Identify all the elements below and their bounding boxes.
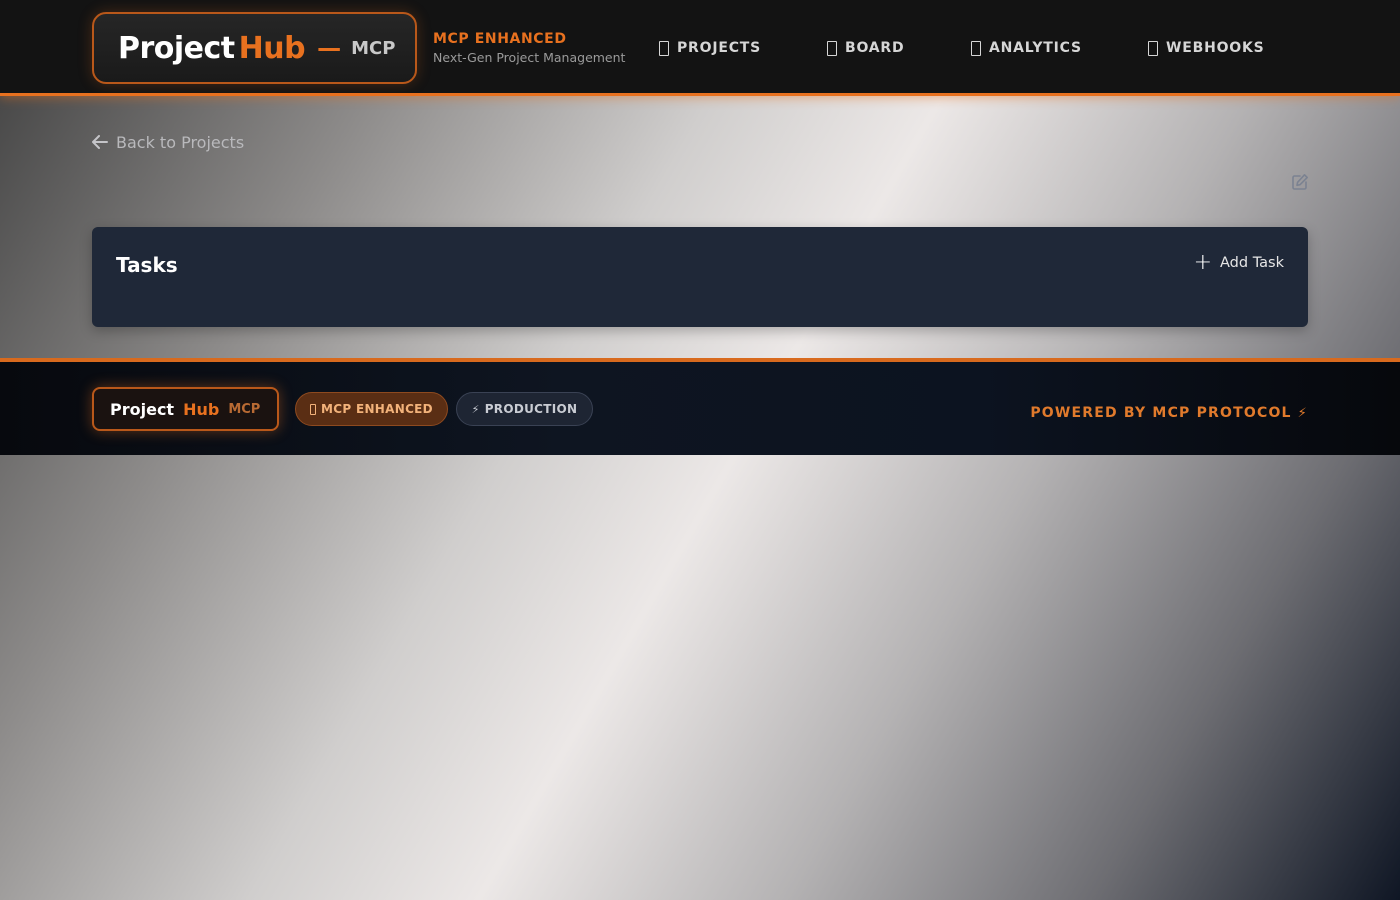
powered-by-text: POWERED BY MCP PROTOCOL ⚡	[1030, 405, 1308, 421]
footer: Project Hub MCP MCP ENHANCED ⚡ PRODUCTIO…	[0, 358, 1400, 455]
webhooks-icon	[1148, 40, 1158, 56]
add-task-label: Add Task	[1220, 255, 1284, 271]
logo-hub-text: Hub	[238, 30, 306, 66]
nav-webhooks-label: WEBHOOKS	[1166, 40, 1265, 56]
mcp-enhanced-badge: MCP ENHANCED	[295, 392, 448, 426]
powered-by-label: POWERED BY MCP PROTOCOL	[1030, 405, 1292, 421]
app-tagline: MCP ENHANCED Next-Gen Project Management	[433, 31, 625, 65]
tagline-title: MCP ENHANCED	[433, 31, 567, 47]
back-to-projects-link[interactable]: Back to Projects	[92, 131, 244, 153]
bolt-icon: ⚡	[471, 402, 480, 416]
analytics-icon	[971, 40, 981, 56]
projects-icon	[659, 40, 669, 56]
footer-logo[interactable]: Project Hub MCP	[92, 387, 279, 431]
footer-logo-mcp: MCP	[228, 401, 261, 417]
mcp-enhanced-badge-label: MCP ENHANCED	[321, 402, 433, 416]
nav-board-label: BOARD	[845, 40, 905, 56]
tasks-panel: Tasks + Add Task	[92, 227, 1308, 327]
tagline-subtitle: Next-Gen Project Management	[433, 50, 626, 65]
top-navbar: Project Hub — MCP MCP ENHANCED Next-Gen …	[0, 0, 1400, 96]
nav-projects-label: PROJECTS	[677, 40, 762, 56]
logo-dash: —	[317, 34, 342, 62]
arrow-left-icon	[92, 135, 108, 149]
nav-analytics[interactable]: ANALYTICS	[971, 38, 1082, 58]
footer-logo-hub: Hub	[183, 399, 220, 419]
add-task-button[interactable]: + Add Task	[1193, 250, 1284, 275]
nav-analytics-label: ANALYTICS	[989, 40, 1082, 56]
back-link-label: Back to Projects	[116, 132, 245, 152]
logo-project-text: Project	[118, 30, 235, 66]
logo-mcp-text: MCP	[351, 37, 396, 59]
bolt-icon: ⚡	[1297, 405, 1308, 421]
box-icon	[310, 403, 317, 415]
production-badge-label: PRODUCTION	[484, 402, 578, 416]
footer-logo-project: Project	[110, 399, 175, 419]
nav-board[interactable]: BOARD	[827, 38, 904, 58]
tasks-title: Tasks	[116, 253, 178, 277]
nav-projects[interactable]: PROJECTS	[659, 38, 761, 58]
plus-icon: +	[1193, 250, 1213, 275]
board-icon	[827, 40, 837, 56]
nav-webhooks[interactable]: WEBHOOKS	[1148, 38, 1265, 58]
production-badge: ⚡ PRODUCTION	[456, 392, 593, 426]
app-logo[interactable]: Project Hub — MCP	[92, 12, 417, 84]
edit-icon[interactable]	[1291, 173, 1309, 191]
